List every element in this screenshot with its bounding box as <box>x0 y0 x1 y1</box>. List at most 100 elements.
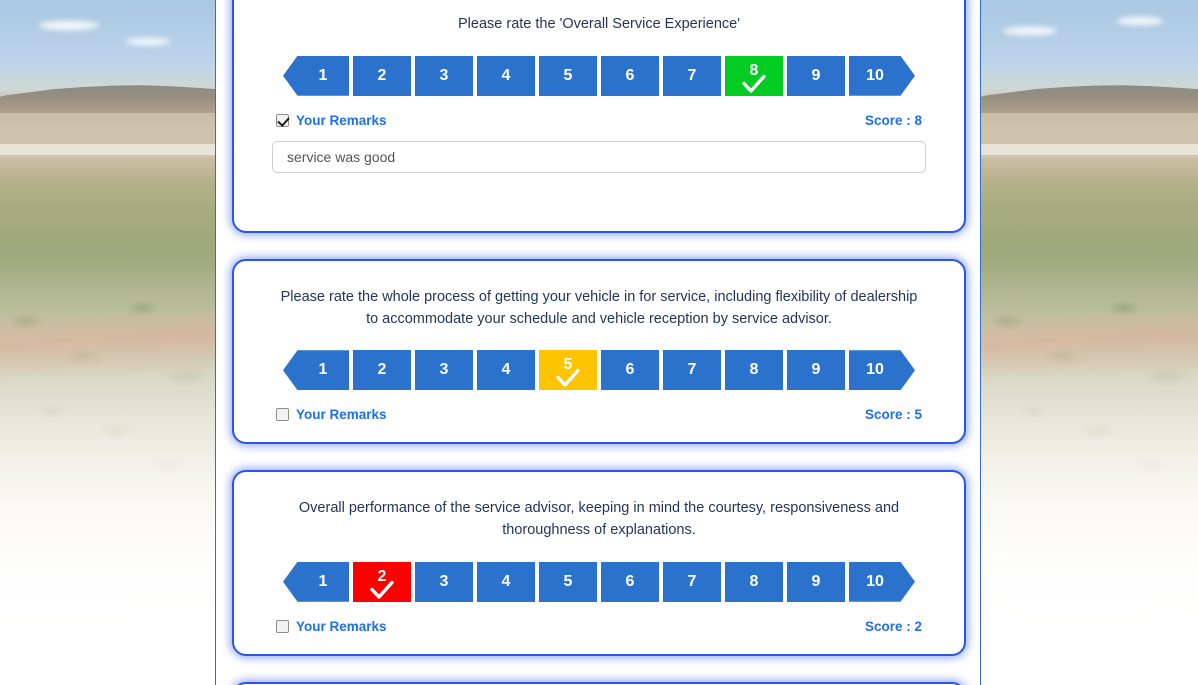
remarks-checkbox[interactable] <box>276 408 289 422</box>
mesa-ridge-left <box>0 85 216 114</box>
desert-landscape-left <box>0 0 216 685</box>
rating-option-label: 6 <box>625 66 635 84</box>
question-card-body: Please rate the whole process of getting… <box>234 261 964 443</box>
question-card-body: Please rate the 'Overall Service Experie… <box>234 0 964 231</box>
remarks-label[interactable]: Your Remarks <box>296 113 387 128</box>
remarks-score-row: Your Remarks Score : 5 <box>272 407 926 422</box>
pink-sand-band-left <box>0 303 216 382</box>
rating-option-label: 7 <box>687 572 697 590</box>
background-image-right <box>981 0 1198 685</box>
background-image-left <box>0 0 216 685</box>
rating-option-7[interactable]: 7 <box>663 561 721 602</box>
rating-option-label: 3 <box>439 572 449 590</box>
question-card-stack: Please rate the 'Overall Service Experie… <box>216 0 980 685</box>
score-value: Score : 8 <box>864 112 922 128</box>
rating-option-label: 4 <box>501 572 511 590</box>
rating-option-5[interactable]: 5 <box>539 55 597 96</box>
rating-option-label: 10 <box>866 66 884 84</box>
rating-option-6[interactable]: 6 <box>601 350 659 391</box>
rating-option-label: 5 <box>563 572 573 590</box>
rating-option-8[interactable]: 8 <box>725 55 783 96</box>
rating-option-3[interactable]: 3 <box>415 55 473 96</box>
rating-option-8[interactable]: 8 <box>725 561 783 602</box>
rating-option-label: 6 <box>625 361 635 379</box>
rating-option-7[interactable]: 7 <box>663 350 721 391</box>
rating-option-5[interactable]: 5 <box>539 561 597 602</box>
rating-option-2[interactable]: 2 <box>353 561 411 602</box>
rating-option-2[interactable]: 2 <box>353 55 411 96</box>
rating-scale: 1 2 3 4 5 6 7 8 9 10 <box>272 55 926 96</box>
mesa-ridge-right <box>981 85 1198 114</box>
pink-sand-band-right <box>981 303 1198 382</box>
rating-option-7[interactable]: 7 <box>663 55 721 96</box>
rating-option-label: 3 <box>439 66 449 84</box>
mesa-stripe-right <box>981 143 1198 155</box>
rating-option-label: 2 <box>377 66 387 84</box>
rating-option-3[interactable]: 3 <box>415 561 473 602</box>
rating-option-label: 9 <box>811 572 821 590</box>
remarks-label[interactable]: Your Remarks <box>296 407 387 422</box>
rating-option-label: 4 <box>501 361 511 379</box>
rating-option-label: 3 <box>439 361 449 379</box>
rating-scale: 1 2 3 4 5 6 7 8 9 10 <box>272 350 926 391</box>
rating-option-3[interactable]: 3 <box>415 350 473 391</box>
mesa-stripe-left <box>0 143 216 155</box>
question-text: Please rate the whole process of getting… <box>280 288 918 327</box>
remarks-checkbox[interactable] <box>276 619 289 633</box>
rating-option-label: 5 <box>563 356 573 374</box>
remarks-checkbox[interactable] <box>276 113 289 127</box>
question-card: Please rate the 'Overall Service Experie… <box>232 0 966 233</box>
question-card-body: Overall performance of the service advis… <box>234 472 964 654</box>
rating-option-10[interactable]: 10 <box>849 350 915 391</box>
rating-option-4[interactable]: 4 <box>477 350 535 391</box>
rating-option-8[interactable]: 8 <box>725 350 783 391</box>
rating-option-10[interactable]: 10 <box>849 55 915 96</box>
rating-option-label: 1 <box>318 572 328 590</box>
rating-option-label: 9 <box>811 66 821 84</box>
question-text: Overall performance of the service advis… <box>298 500 900 538</box>
rating-option-9[interactable]: 9 <box>787 561 845 602</box>
rating-option-9[interactable]: 9 <box>787 350 845 391</box>
card-bottom-spacer <box>272 173 926 211</box>
rating-option-label: 1 <box>318 361 328 379</box>
rating-option-5[interactable]: 5 <box>539 350 597 391</box>
cloud-icon <box>1002 27 1057 36</box>
cloud-icon <box>38 20 99 30</box>
rating-option-9[interactable]: 9 <box>787 55 845 96</box>
remarks-score-row: Your Remarks Score : 8 <box>272 113 926 128</box>
remarks-toggle-group: Your Remarks <box>276 407 387 422</box>
rating-option-1[interactable]: 1 <box>283 350 349 391</box>
rating-option-label: 8 <box>749 572 759 590</box>
rating-option-2[interactable]: 2 <box>353 350 411 391</box>
rating-option-label: 10 <box>866 361 884 379</box>
score-value: Score : 5 <box>864 407 922 423</box>
rating-option-4[interactable]: 4 <box>477 561 535 602</box>
rating-option-label: 9 <box>811 361 821 379</box>
question-card: Please rate the whole process of getting… <box>232 258 966 445</box>
rating-option-4[interactable]: 4 <box>477 55 535 96</box>
rating-option-6[interactable]: 6 <box>601 561 659 602</box>
question-card: Overall performance of the service advis… <box>232 470 966 656</box>
remarks-input[interactable] <box>272 140 926 173</box>
rating-option-label: 8 <box>749 361 759 379</box>
rating-option-1[interactable]: 1 <box>283 561 349 602</box>
rating-option-label: 1 <box>318 66 328 84</box>
rating-option-6[interactable]: 6 <box>601 55 659 96</box>
rating-option-label: 8 <box>749 61 759 79</box>
remarks-label[interactable]: Your Remarks <box>296 619 387 634</box>
remarks-score-row: Your Remarks Score : 2 <box>272 619 926 634</box>
survey-container: Please rate the 'Overall Service Experie… <box>215 0 981 685</box>
remarks-toggle-group: Your Remarks <box>276 619 387 634</box>
rating-option-1[interactable]: 1 <box>283 55 349 96</box>
cloud-icon <box>1115 17 1164 26</box>
desert-landscape-right <box>981 0 1198 685</box>
rating-option-10[interactable]: 10 <box>849 561 915 602</box>
rating-option-label: 6 <box>625 572 635 590</box>
rating-option-label: 2 <box>377 567 387 585</box>
rating-option-label: 7 <box>687 66 697 84</box>
rating-option-label: 5 <box>563 66 573 84</box>
score-value: Score : 2 <box>864 618 922 634</box>
rating-option-label: 7 <box>687 361 697 379</box>
rating-option-label: 10 <box>866 572 884 590</box>
cloud-icon <box>125 37 172 45</box>
